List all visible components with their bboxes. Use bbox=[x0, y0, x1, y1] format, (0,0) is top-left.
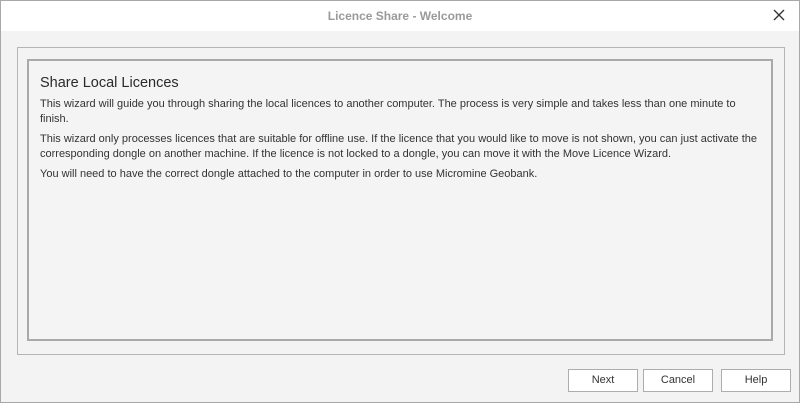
window-title: Licence Share - Welcome bbox=[327, 9, 473, 23]
title-bar: Licence Share - Welcome bbox=[1, 1, 799, 31]
cancel-button[interactable]: Cancel bbox=[643, 369, 713, 392]
welcome-content: Share Local Licences This wizard will gu… bbox=[40, 75, 761, 187]
wizard-window: Licence Share - Welcome Share Local Lice… bbox=[0, 0, 800, 403]
close-icon bbox=[773, 9, 785, 21]
intro-paragraph: This wizard will guide you through shari… bbox=[40, 98, 736, 125]
welcome-panel: Share Local Licences This wizard will gu… bbox=[27, 59, 773, 341]
offline-paragraph: This wizard only processes licences that… bbox=[40, 133, 758, 160]
close-button[interactable] bbox=[767, 4, 791, 28]
next-button[interactable]: Next bbox=[568, 369, 638, 392]
page-heading: Share Local Licences bbox=[40, 75, 179, 91]
help-button[interactable]: Help bbox=[721, 369, 791, 392]
dongle-paragraph: You will need to have the correct dongle… bbox=[40, 168, 538, 180]
